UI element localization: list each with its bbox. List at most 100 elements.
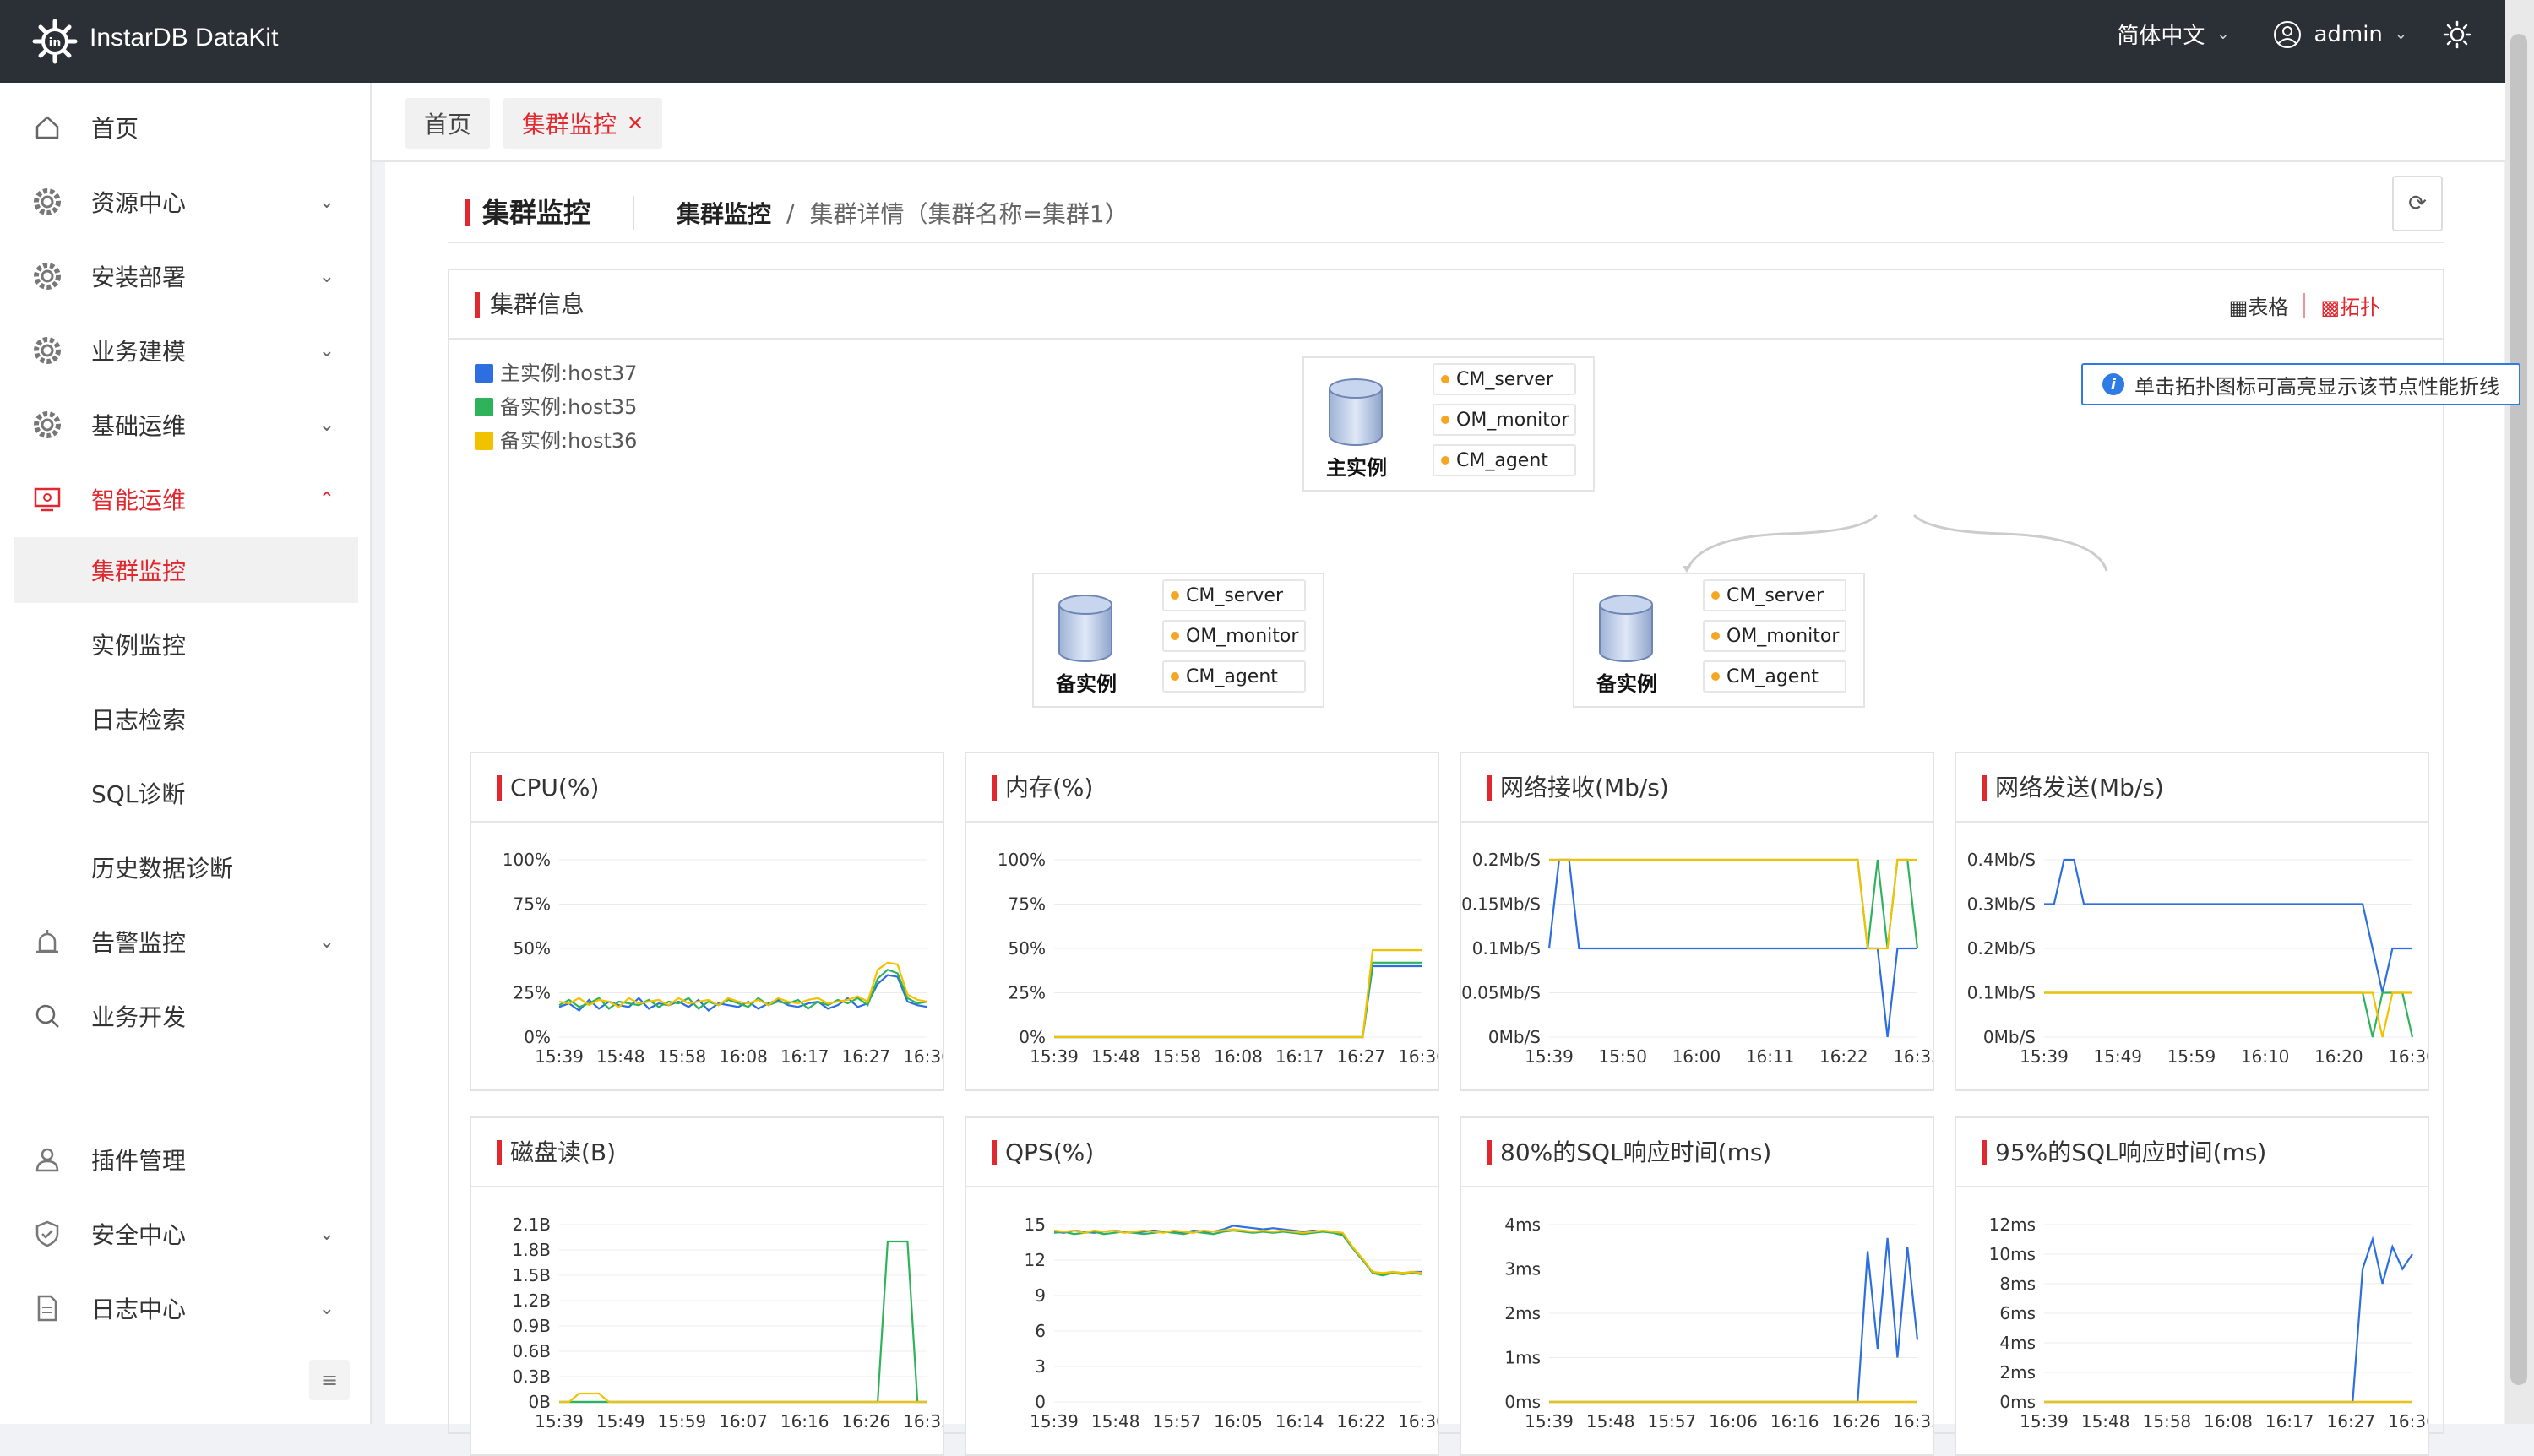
y-tick-label: 0.05Mb/S	[1461, 983, 1541, 1003]
y-tick-label: 1.5B	[512, 1265, 551, 1285]
tab-label: 集群监控	[522, 111, 617, 139]
chart-disk-read: 磁盘读(B) 2.1B 1.8B 1.5B 1.2B 0.9B 0.6B 0.3B 0B 15:…	[470, 1116, 944, 1456]
x-tick-label: 16:06	[1709, 1411, 1758, 1432]
theme-toggle-sun-icon[interactable]	[2443, 20, 2471, 49]
x-tick-label: 16:20	[2314, 1046, 2363, 1067]
chart-plot: 0.2Mb/S 0.15Mb/S 0.1Mb/S 0.05Mb/S 0Mb/S15:39…	[1461, 850, 1933, 1067]
chart-qps: QPS(%) 15 12 9 6 3 0 15:39 15:48 15:57 16:05 16:14…	[965, 1116, 1439, 1456]
x-tick-label: 15:58	[658, 1046, 707, 1067]
chart-header: 内存(%)	[966, 753, 1438, 823]
y-tick-label: 1ms	[1504, 1348, 1541, 1368]
breadcrumb-separator: /	[786, 198, 795, 227]
x-tick-label: 16:22	[1819, 1046, 1868, 1067]
sidebar-item-alarm-monitor[interactable]: 告警监控 ⌄	[14, 909, 358, 975]
chevron-up-icon: ⌃	[318, 488, 334, 510]
x-tick-label: 16:07	[719, 1411, 768, 1432]
scrollbar-thumb[interactable]	[2510, 34, 2527, 1385]
search-icon	[32, 1001, 63, 1031]
sidebar-item-plugin-mgmt[interactable]: 插件管理	[14, 1127, 358, 1193]
y-tick-label: 0%	[524, 1027, 551, 1047]
chart-header: 80%的SQL响应时间(ms)	[1461, 1118, 1933, 1187]
tab-home[interactable]: 首页	[405, 98, 491, 149]
topology-node-standby-1[interactable]: 备实例 CM_server OM_monitor CM_agent	[1032, 573, 1324, 708]
x-tick-label: 15:39	[1525, 1046, 1574, 1067]
sidebar-item-sql-diagnosis[interactable]: SQL诊断	[14, 760, 358, 826]
x-tick-label: 15:48	[1091, 1411, 1140, 1432]
x-tick-label: 15:48	[2081, 1411, 2130, 1432]
x-tick-label: 16:17	[1275, 1046, 1324, 1067]
x-tick-label: 16:16	[1770, 1411, 1819, 1432]
y-tick-label: 0Mb/S	[1983, 1027, 2036, 1047]
service-badge: CM_server	[1162, 579, 1306, 611]
y-tick-label: 0.9B	[512, 1316, 551, 1336]
chevron-down-icon: ⌄	[318, 931, 334, 953]
sidebar-item-intelligent-ops[interactable]: 智能运维 ⌃	[14, 466, 358, 532]
sidebar-item-history-diagnosis[interactable]: 历史数据诊断	[14, 834, 358, 900]
plugin-icon	[32, 1144, 63, 1175]
breadcrumb-item-cluster-monitor[interactable]: 集群监控	[677, 196, 771, 230]
x-tick-label: 15:39	[535, 1411, 584, 1432]
status-dot	[1441, 416, 1449, 424]
x-tick-label: 15:48	[1091, 1046, 1140, 1067]
x-tick-label: 16:14	[1275, 1411, 1324, 1432]
chart-title: 网络发送(Mb/s)	[1982, 775, 2164, 801]
x-tick-label: 15:50	[1598, 1046, 1647, 1067]
service-label: CM_agent	[1186, 666, 1278, 687]
service-badge: CM_server	[1703, 579, 1846, 611]
chart-sql-latency-p95: 95%的SQL响应时间(ms) 12ms 10ms 8ms 6ms 4ms 2ms 0ms 1…	[1955, 1116, 2429, 1456]
y-tick-label: 0.2Mb/S	[1967, 938, 2036, 959]
x-tick-label: 16:27	[1337, 1046, 1386, 1067]
sidebar-item-resource-center[interactable]: 资源中心 ⌄	[14, 169, 358, 235]
database-icon	[1058, 595, 1112, 662]
sidebar-item-basic-ops[interactable]: 基础运维 ⌄	[14, 392, 358, 458]
refresh-button[interactable]: ⟳	[2392, 176, 2443, 231]
y-tick-label: 0.3B	[512, 1366, 551, 1387]
tab-cluster-monitor[interactable]: 集群监控 ✕	[503, 98, 663, 149]
chart-header: 网络发送(Mb/s)	[1956, 753, 2428, 823]
series-line	[2044, 858, 2412, 993]
chart-title: 内存(%)	[992, 775, 1093, 801]
series-line	[559, 1392, 927, 1404]
chart-plot: 2.1B 1.8B 1.5B 1.2B 0.9B 0.6B 0.3B 0B15:39 15:49…	[512, 1214, 943, 1432]
sidebar-item-security-center[interactable]: 安全中心 ⌄	[14, 1201, 358, 1267]
sidebar-item-cluster-monitor[interactable]: 集群监控	[14, 537, 358, 603]
y-tick-label: 0	[1035, 1392, 1046, 1412]
top-bar: in InstarDB DataKit 简体中文 ⌄ admin ⌄	[0, 0, 2505, 83]
status-dot	[1171, 591, 1179, 600]
topology-node-standby-2[interactable]: 备实例 CM_server OM_monitor CM_agent	[1573, 573, 1865, 708]
app-logo-icon: in	[32, 19, 78, 64]
x-tick-label: 16:22	[1337, 1411, 1386, 1432]
sidebar-item-log-center[interactable]: 日志中心 ⌄	[14, 1275, 358, 1341]
x-tick-label: 15:39	[2020, 1411, 2069, 1432]
chart-header: 网络接收(Mb/s)	[1461, 753, 1933, 823]
sidebar-item-label: SQL诊断	[91, 780, 186, 808]
chart-cpu: CPU(%) 100% 75% 50% 25% 0% 15:39 15:48 15:58 16:…	[470, 752, 944, 1091]
y-tick-label: 12ms	[1989, 1214, 2036, 1235]
sidebar-item-log-search[interactable]: 日志检索	[14, 686, 358, 752]
sidebar-item-instance-monitor[interactable]: 实例监控	[14, 611, 358, 677]
node-role-label: 主实例	[1326, 456, 1387, 480]
x-tick-label: 15:58	[2143, 1411, 2192, 1432]
y-tick-label: 1.2B	[512, 1290, 551, 1311]
sidebar-item-label: 基础运维	[91, 412, 187, 440]
service-badge: CM_agent	[1162, 660, 1306, 693]
status-dot	[1711, 672, 1720, 681]
close-icon[interactable]: ✕	[627, 111, 644, 135]
x-tick-label: 15:49	[596, 1411, 645, 1432]
sidebar-item-install-deploy[interactable]: 安装部署 ⌄	[14, 243, 358, 309]
vertical-scrollbar[interactable]	[2505, 0, 2534, 1424]
x-tick-label: 16:05	[1214, 1411, 1263, 1432]
user-menu[interactable]: admin ⌄	[2273, 20, 2407, 49]
sidebar-item-business-modeling[interactable]: 业务建模 ⌄	[14, 318, 358, 383]
sidebar-item-business-dev[interactable]: 业务开发	[14, 983, 358, 1049]
sidebar-item-home[interactable]: 首页	[14, 95, 358, 160]
language-select[interactable]: 简体中文 ⌄	[2117, 19, 2229, 50]
sidebar: 首页 资源中心 ⌄ 安装部署 ⌄ 业务建模 ⌄ 基础运维 ⌄ 智能运维 ⌃ 集群…	[0, 83, 372, 1424]
chart-plot: 4ms 3ms 2ms 1ms 0ms15:39 15:48 15:57 16:06 16:16…	[1504, 1214, 1933, 1432]
chevron-down-icon: ⌄	[318, 1223, 334, 1245]
collapse-sidebar-icon[interactable]: ≡	[309, 1360, 350, 1400]
y-tick-label: 3	[1035, 1356, 1046, 1377]
topology-node-primary[interactable]: 主实例 CM_server OM_monitor CM_agent	[1302, 356, 1595, 492]
y-tick-label: 0.6B	[512, 1341, 551, 1361]
service-label: OM_monitor	[1456, 409, 1569, 431]
